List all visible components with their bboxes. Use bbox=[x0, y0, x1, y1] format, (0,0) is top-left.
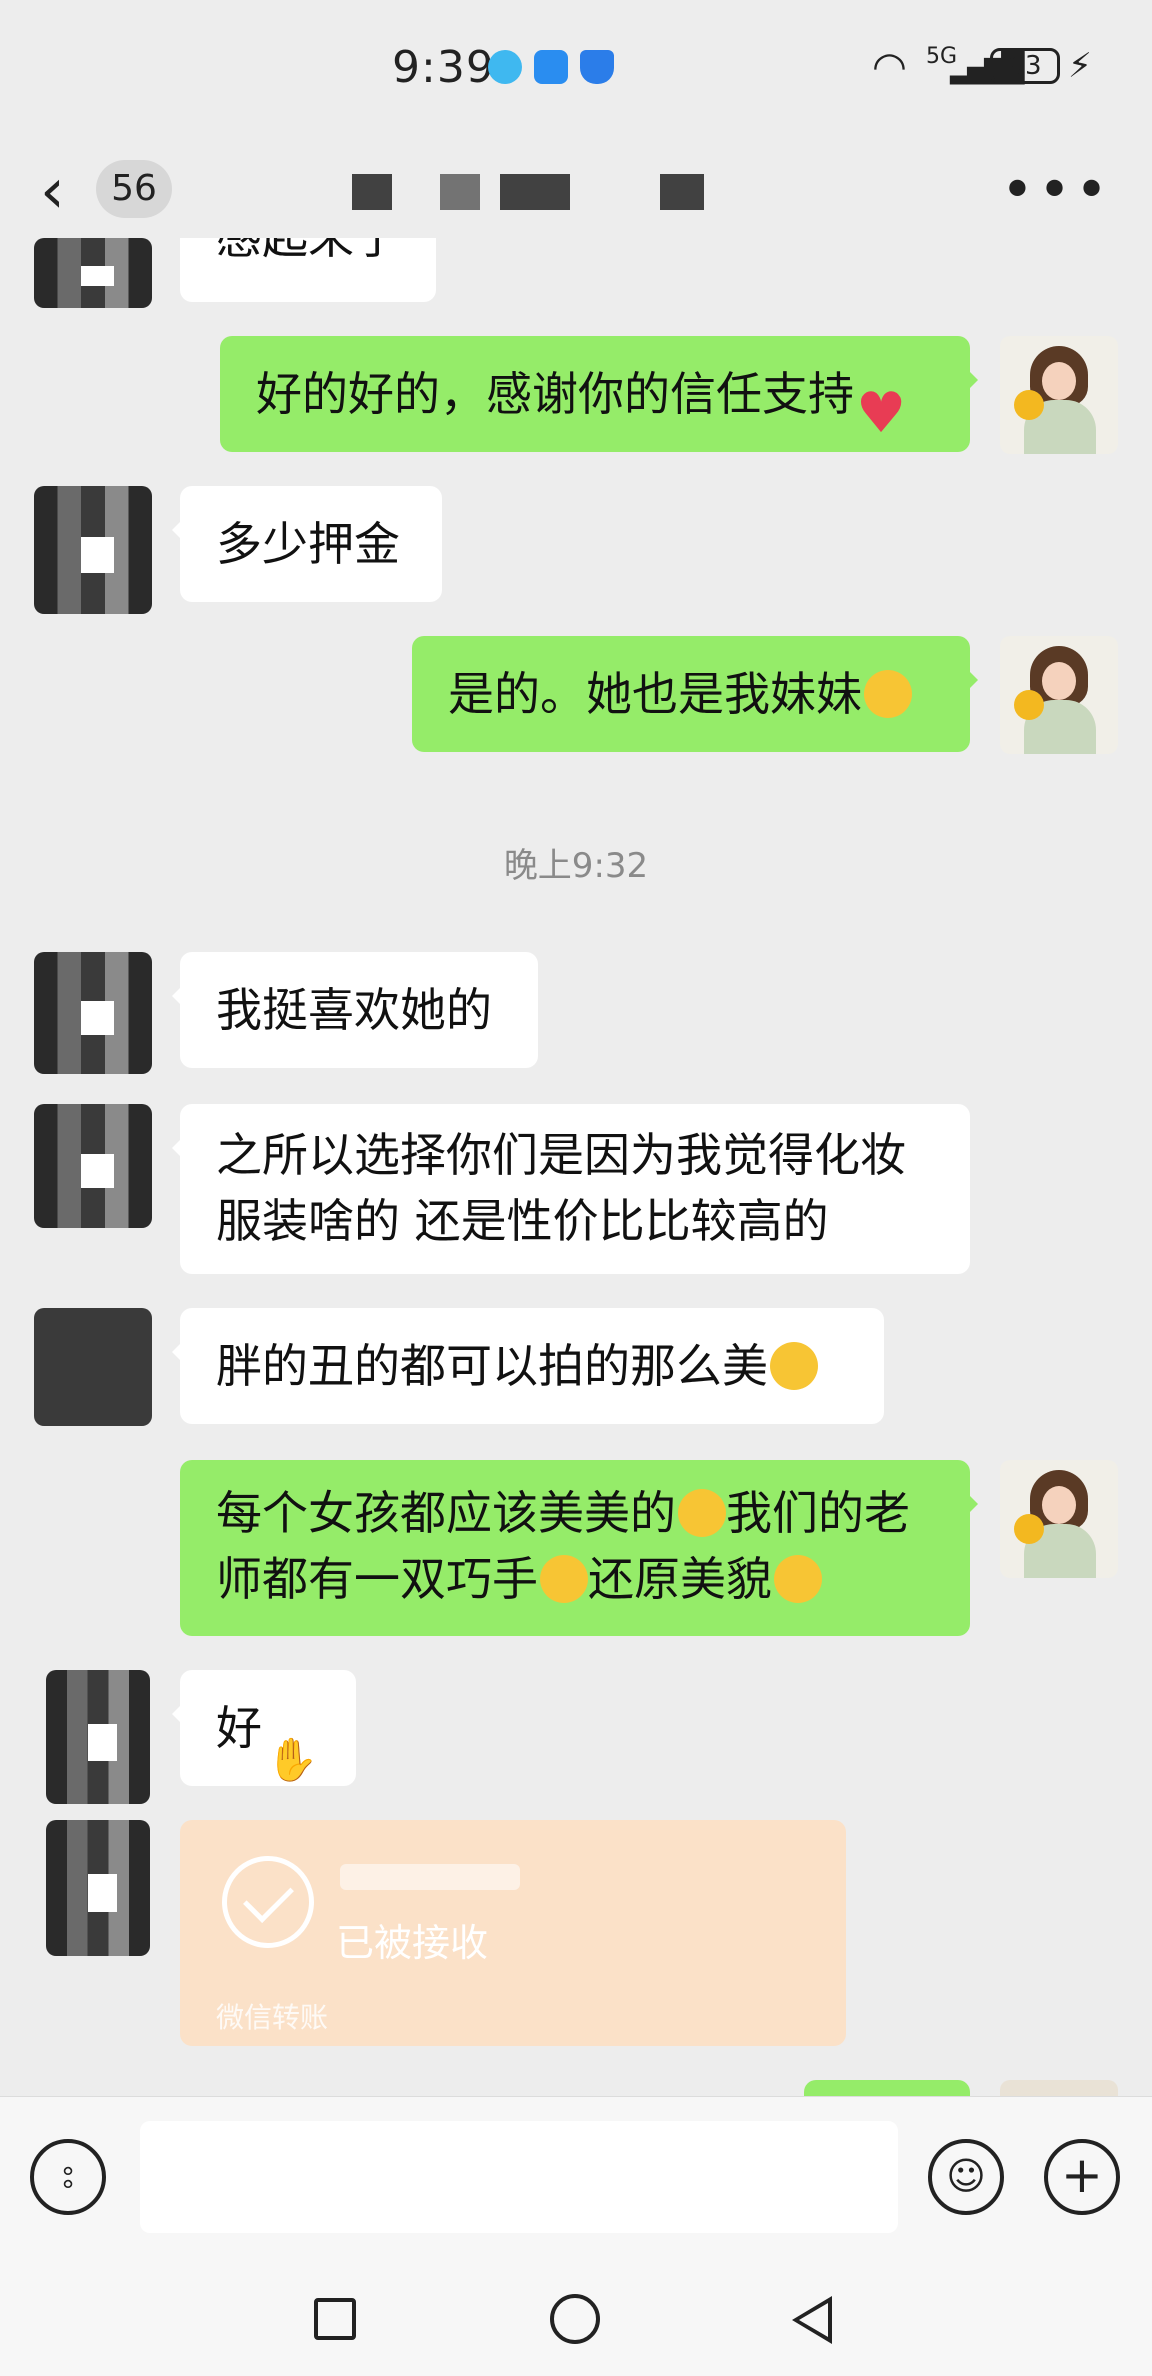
transfer-card[interactable]: 已被接收 微信转账 bbox=[180, 1820, 846, 2046]
chat-timestamp: 晚上9:32 bbox=[503, 846, 649, 886]
self-avatar[interactable] bbox=[1000, 636, 1118, 754]
emoji-button[interactable]: ☺ bbox=[928, 2139, 1004, 2215]
voice-button[interactable]: ⦂ bbox=[30, 2139, 106, 2215]
back-button[interactable]: ‹ bbox=[40, 160, 65, 222]
battery-indicator: 93 bbox=[990, 48, 1060, 84]
message-text: 好 bbox=[216, 1701, 262, 1755]
plus-icon: + bbox=[1061, 2146, 1103, 2204]
message-text-line: 服装啥的 还是性价比比较高的 bbox=[216, 1194, 829, 1248]
status-bar: 9:39 ◠ 5G ▂▄▆█ 93 ⚡ bbox=[0, 0, 1152, 130]
self-avatar[interactable] bbox=[1000, 336, 1118, 454]
transfer-amount-redacted bbox=[340, 1864, 520, 1890]
grin-emoji-icon bbox=[864, 670, 912, 718]
system-navigation-bar bbox=[0, 2266, 1152, 2376]
home-button[interactable] bbox=[550, 2294, 600, 2344]
message-text: 我们的老 bbox=[726, 1486, 910, 1540]
message-bubble-self[interactable]: 是的。她也是我妹妹 bbox=[412, 636, 978, 752]
message-input[interactable] bbox=[140, 2121, 898, 2233]
chevron-left-icon: ‹ bbox=[40, 154, 65, 227]
ok-hand-emoji-icon bbox=[264, 1702, 318, 1818]
contact-avatar[interactable] bbox=[34, 1308, 152, 1426]
chat-title-redacted bbox=[352, 174, 392, 210]
contact-avatar[interactable] bbox=[46, 1670, 150, 1804]
wifi-icon: ◠ bbox=[872, 44, 907, 90]
laugh-cry-emoji-icon bbox=[770, 1342, 818, 1390]
back-nav-button[interactable] bbox=[792, 2296, 832, 2344]
status-time: 9:39 bbox=[392, 42, 495, 93]
transfer-footer: 微信转账 bbox=[216, 2001, 329, 2034]
chat-title-redacted bbox=[440, 174, 480, 210]
more-button[interactable]: ••• bbox=[1001, 158, 1112, 223]
contact-avatar[interactable] bbox=[34, 238, 152, 308]
shield-icon bbox=[580, 50, 614, 84]
message-bubble[interactable]: 我挺喜欢她的 bbox=[172, 952, 538, 1068]
chat-app-icon bbox=[534, 50, 568, 84]
message-text: 胖的丑的都可以拍的那么美 bbox=[216, 1339, 768, 1393]
chat-title-redacted bbox=[500, 174, 570, 210]
smirk-emoji-icon bbox=[540, 1555, 588, 1603]
message-text-line: 每个女孩都应该美美的 我们的老 bbox=[216, 1480, 934, 1546]
message-text: 多少押金 bbox=[216, 517, 400, 571]
contact-avatar[interactable] bbox=[46, 1820, 150, 1956]
message-text: 还原美貌 bbox=[588, 1552, 772, 1606]
chat-header: ‹ 56 ••• bbox=[0, 130, 1152, 250]
message-bubble[interactable]: 感起来了 bbox=[180, 238, 436, 302]
transfer-status: 已被接收 bbox=[336, 1921, 489, 1965]
heart-emoji-icon bbox=[856, 356, 906, 472]
message-text: 师都有一双巧手 bbox=[216, 1552, 538, 1606]
message-text: 好的好的，感谢你的信任支持 bbox=[256, 367, 854, 421]
contact-avatar[interactable] bbox=[34, 1104, 152, 1228]
message-notification-icon bbox=[488, 50, 522, 84]
charging-icon: ⚡ bbox=[1068, 46, 1092, 86]
input-bar: ⦂ ☺ + bbox=[0, 2096, 1152, 2267]
plus-button[interactable]: + bbox=[1044, 2139, 1120, 2215]
chat-title-redacted bbox=[660, 174, 704, 210]
message-bubble-self[interactable] bbox=[804, 2080, 970, 2096]
contact-avatar[interactable] bbox=[34, 952, 152, 1074]
more-horizontal-icon: ••• bbox=[1000, 158, 1112, 223]
message-text-line: 师都有一双巧手 还原美貌 bbox=[216, 1546, 934, 1612]
hug-emoji-icon bbox=[774, 1555, 822, 1603]
message-bubble[interactable]: 胖的丑的都可以拍的那么美 bbox=[172, 1308, 884, 1424]
self-avatar[interactable] bbox=[1000, 2080, 1118, 2096]
message-text-line: 之所以选择你们是因为我觉得化妆 bbox=[216, 1128, 906, 1182]
message-bubble[interactable]: 多少押金 bbox=[172, 486, 442, 602]
message-bubble[interactable]: 之所以选择你们是因为我觉得化妆 服装啥的 还是性价比比较高的 bbox=[172, 1104, 970, 1274]
emoji-icon: ☺ bbox=[946, 2154, 986, 2198]
recents-button[interactable] bbox=[314, 2298, 356, 2340]
unread-count-badge[interactable]: 56 bbox=[96, 160, 172, 218]
self-avatar[interactable] bbox=[1000, 1460, 1118, 1578]
message-bubble-self[interactable]: 好的好的，感谢你的信任支持 bbox=[220, 336, 978, 472]
message-text: 我挺喜欢她的 bbox=[216, 983, 492, 1037]
message-text: 是的。她也是我妹妹 bbox=[448, 667, 862, 721]
voice-icon: ⦂ bbox=[62, 2155, 74, 2196]
message-bubble-self[interactable]: 每个女孩都应该美美的 我们的老 师都有一双巧手 还原美貌 bbox=[180, 1460, 978, 1636]
message-text: 每个女孩都应该美美的 bbox=[216, 1486, 676, 1540]
message-text: 感起来了 bbox=[216, 238, 400, 264]
message-bubble[interactable]: 好 bbox=[172, 1670, 356, 1818]
contact-avatar[interactable] bbox=[34, 486, 152, 614]
grin-emoji-icon bbox=[678, 1489, 726, 1537]
